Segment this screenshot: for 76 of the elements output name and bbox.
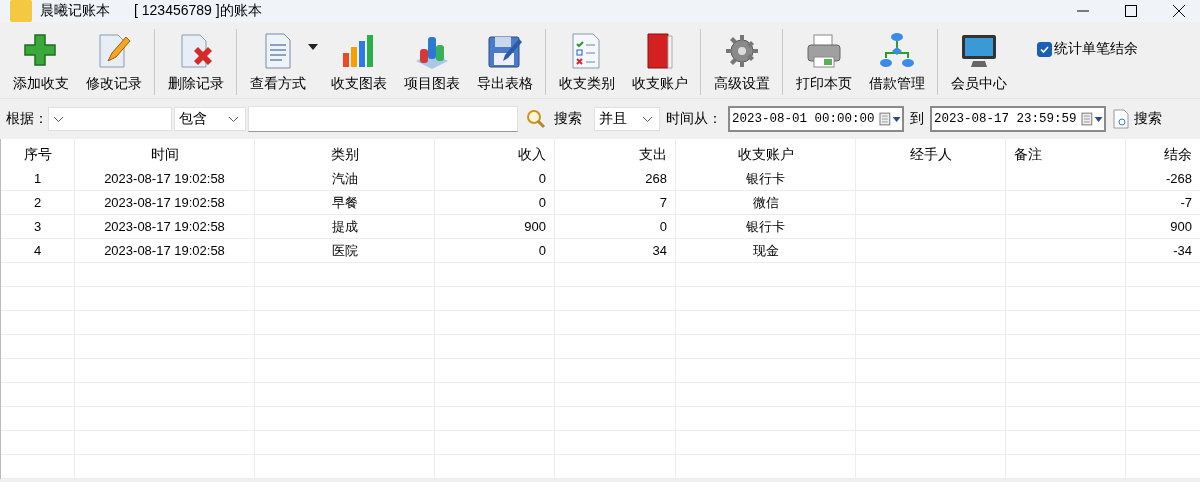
column-header: 结余 bbox=[1164, 146, 1192, 162]
close-icon[interactable] bbox=[1172, 4, 1186, 18]
date-time-field[interactable]: 2023-08-17 23:59:59 bbox=[930, 106, 1106, 132]
table-cell: 2 bbox=[33, 195, 42, 210]
toolbar-button[interactable]: 项目图表 bbox=[396, 31, 467, 93]
column-header: 经手人 bbox=[909, 146, 952, 162]
table-cell: 900 bbox=[524, 219, 546, 234]
toolbar-button[interactable]: 导出表格 bbox=[469, 31, 540, 93]
column-header: 时间 bbox=[150, 146, 179, 162]
chevron-down-icon bbox=[642, 115, 653, 123]
table-cell: 提成 bbox=[331, 219, 358, 234]
column-header: 支出 bbox=[639, 146, 667, 162]
table-cell: 0 bbox=[538, 171, 546, 186]
caret-icon[interactable] bbox=[308, 44, 318, 50]
column-header: 序号 bbox=[23, 146, 52, 162]
table-cell: 3 bbox=[33, 219, 42, 234]
toolbar-button[interactable]: 收支图表 bbox=[323, 31, 394, 93]
toolbar-button[interactable]: 收支类别 bbox=[551, 31, 622, 93]
search-button[interactable]: 搜索 bbox=[1112, 109, 1162, 129]
table-cell: -34 bbox=[1173, 243, 1192, 258]
table-cell: 0 bbox=[538, 195, 546, 210]
window-subtitle: [ 123456789 ]的账本 bbox=[134, 2, 262, 20]
checkbox-label: 统计单笔结余 bbox=[1054, 40, 1138, 58]
toolbar-button[interactable]: 修改记录 bbox=[78, 31, 149, 93]
table-cell: 2023-08-17 19:02:58 bbox=[104, 219, 225, 234]
calendar-dropdown-icon[interactable] bbox=[1080, 112, 1104, 126]
table-cell: 2023-08-17 19:02:58 bbox=[104, 195, 225, 210]
table-cell: 0 bbox=[659, 219, 667, 234]
maximize-icon[interactable] bbox=[1124, 4, 1138, 18]
column-header: 类别 bbox=[330, 146, 359, 162]
document-search-icon bbox=[1112, 109, 1130, 129]
window-title: 晨曦记账本 bbox=[40, 2, 110, 20]
table-cell: 微信 bbox=[752, 195, 779, 210]
table-cell: 2023-08-17 19:02:58 bbox=[104, 243, 225, 258]
table-cell: 7 bbox=[659, 195, 667, 210]
column-header: 收入 bbox=[518, 146, 546, 162]
table-cell: 汽油 bbox=[331, 171, 358, 186]
operator-dropdown[interactable]: 包含 bbox=[174, 107, 246, 131]
toolbar-button[interactable]: 高级设置 bbox=[706, 31, 777, 93]
chevron-down-icon bbox=[228, 115, 239, 123]
logic-dropdown[interactable]: 并且 bbox=[594, 107, 660, 131]
date-time-field[interactable]: 2023-08-01 00:00:00 bbox=[728, 106, 904, 132]
table-cell: 0 bbox=[538, 243, 546, 258]
table-cell: 4 bbox=[33, 243, 42, 258]
toolbar-button[interactable]: 添加收支 bbox=[5, 31, 76, 93]
search-icon bbox=[526, 109, 546, 129]
table-cell: 268 bbox=[645, 171, 667, 186]
table-cell: 医院 bbox=[331, 243, 358, 258]
toolbar-button[interactable]: 打印本页 bbox=[788, 31, 859, 93]
chevron-down-icon bbox=[53, 115, 64, 123]
filter-label: 根据： bbox=[6, 110, 48, 128]
toolbar-button[interactable]: 查看方式 bbox=[242, 31, 313, 93]
field-dropdown[interactable] bbox=[48, 107, 172, 131]
table-cell: 2023-08-17 19:02:58 bbox=[104, 171, 225, 186]
toolbar-button[interactable]: 删除记录 bbox=[160, 31, 231, 93]
time-from-label: 时间从： bbox=[666, 110, 722, 128]
toolbar-button[interactable]: 会员中心 bbox=[943, 31, 1014, 93]
table-cell: 34 bbox=[652, 243, 667, 258]
table-cell: 银行卡 bbox=[746, 219, 785, 234]
table-cell: 1 bbox=[33, 171, 42, 186]
toolbar-button[interactable]: 借款管理 bbox=[861, 31, 932, 93]
table-cell: -268 bbox=[1165, 171, 1192, 186]
app-icon bbox=[10, 0, 32, 22]
search-field[interactable] bbox=[248, 106, 518, 132]
toolbar-button[interactable]: 收支账户 bbox=[624, 31, 695, 93]
table-cell: 银行卡 bbox=[746, 171, 785, 186]
checkbox[interactable] bbox=[1037, 41, 1052, 57]
column-header: 备注 bbox=[1014, 146, 1042, 162]
table-cell: 早餐 bbox=[331, 195, 358, 210]
search-button[interactable]: 搜索 bbox=[526, 109, 582, 129]
table-cell: 现金 bbox=[752, 243, 779, 258]
table-cell: -7 bbox=[1180, 195, 1192, 210]
time-to-label: 到 bbox=[910, 110, 924, 128]
column-header: 收支账户 bbox=[737, 146, 794, 162]
table-cell: 900 bbox=[1170, 219, 1192, 234]
calendar-dropdown-icon[interactable] bbox=[878, 112, 902, 126]
